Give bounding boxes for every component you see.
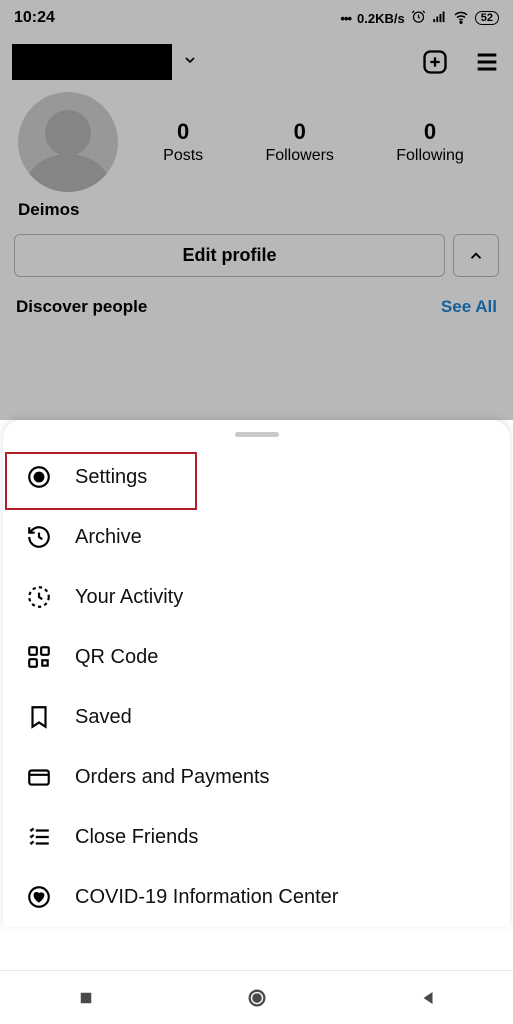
menu-close-friends[interactable]: Close Friends bbox=[3, 807, 510, 867]
menu-qr-code[interactable]: QR Code bbox=[3, 627, 510, 687]
followers-stat[interactable]: 0 Followers bbox=[265, 119, 333, 165]
activity-icon bbox=[25, 583, 53, 611]
username-redacted bbox=[12, 44, 172, 80]
posts-stat[interactable]: 0 Posts bbox=[163, 119, 203, 165]
alarm-icon bbox=[411, 9, 426, 27]
android-navbar bbox=[0, 970, 513, 1024]
menu-label: Close Friends bbox=[75, 826, 198, 849]
menu-orders[interactable]: Orders and Payments bbox=[3, 747, 510, 807]
more-dots: ••• bbox=[340, 11, 351, 26]
menu-label: Settings bbox=[75, 466, 147, 489]
see-all-link[interactable]: See All bbox=[441, 297, 497, 317]
stats-row: 0 Posts 0 Followers 0 Following bbox=[0, 86, 513, 200]
profile-screen-dimmed: 10:24 ••• 0.2KB/s 52 bbox=[0, 0, 513, 420]
network-speed: 0.2KB/s bbox=[357, 11, 405, 26]
menu-covid[interactable]: COVID-19 Information Center bbox=[3, 867, 510, 927]
create-post-button[interactable] bbox=[421, 48, 449, 76]
wifi-icon bbox=[453, 9, 469, 28]
battery-indicator: 52 bbox=[475, 11, 499, 25]
discover-title: Discover people bbox=[16, 297, 147, 317]
chevron-down-icon[interactable] bbox=[182, 52, 198, 73]
menu-bottom-sheet: Settings Archive Your Activity QR Code S… bbox=[3, 420, 510, 927]
heart-circle-icon bbox=[25, 883, 53, 911]
card-icon bbox=[25, 763, 53, 791]
menu-label: COVID-19 Information Center bbox=[75, 886, 338, 909]
nav-back-button[interactable] bbox=[398, 989, 458, 1007]
avatar[interactable] bbox=[18, 92, 118, 192]
menu-settings[interactable]: Settings bbox=[3, 447, 510, 507]
nav-recent-button[interactable] bbox=[56, 989, 116, 1007]
bookmark-icon bbox=[25, 703, 53, 731]
menu-label: Orders and Payments bbox=[75, 766, 270, 789]
edit-profile-button[interactable]: Edit profile bbox=[14, 234, 445, 277]
display-name: Deimos bbox=[0, 200, 513, 234]
menu-label: Archive bbox=[75, 526, 142, 549]
menu-saved[interactable]: Saved bbox=[3, 687, 510, 747]
status-bar: 10:24 ••• 0.2KB/s 52 bbox=[0, 0, 513, 36]
menu-label: QR Code bbox=[75, 646, 158, 669]
history-icon bbox=[25, 523, 53, 551]
hamburger-menu-button[interactable] bbox=[473, 48, 501, 76]
qr-code-icon bbox=[25, 643, 53, 671]
menu-label: Your Activity bbox=[75, 586, 183, 609]
discover-toggle-button[interactable] bbox=[453, 234, 499, 277]
status-time: 10:24 bbox=[14, 9, 55, 27]
menu-label: Saved bbox=[75, 706, 132, 729]
menu-activity[interactable]: Your Activity bbox=[3, 567, 510, 627]
nav-home-button[interactable] bbox=[227, 987, 287, 1009]
sheet-handle[interactable] bbox=[235, 432, 279, 437]
signal-icon bbox=[432, 9, 447, 27]
menu-archive[interactable]: Archive bbox=[3, 507, 510, 567]
following-stat[interactable]: 0 Following bbox=[396, 119, 464, 165]
status-right: ••• 0.2KB/s 52 bbox=[340, 9, 499, 28]
gear-icon bbox=[25, 463, 53, 491]
profile-header bbox=[0, 36, 513, 86]
close-friends-icon bbox=[25, 823, 53, 851]
